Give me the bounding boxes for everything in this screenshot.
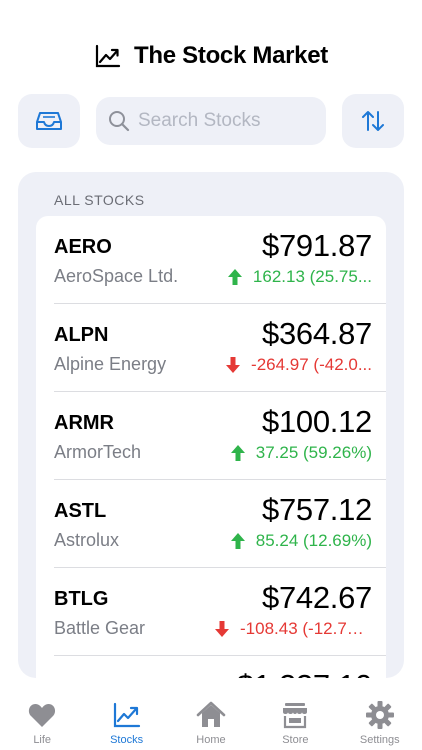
- stock-symbol: BTLG: [54, 588, 109, 610]
- stock-change: 85.24 (12.69%): [230, 531, 372, 551]
- stock-symbol: AERO: [54, 236, 112, 258]
- arrow-up-icon: [230, 533, 245, 549]
- stocks-panel: ALL STOCKS AERO AeroSpace Ltd. $791.87 1…: [18, 172, 404, 678]
- tab-label: Settings: [359, 734, 400, 746]
- stock-name: Battle Gear: [54, 618, 146, 638]
- stock-change: 37.25 (59.26%): [230, 443, 372, 463]
- tab-bar: Life Stocks Home Store Settings: [0, 688, 422, 750]
- stock-price: $742.67: [262, 580, 372, 615]
- stock-name: AeroSpace Ltd.: [54, 266, 179, 286]
- heart-icon: [29, 704, 56, 727]
- stock-symbol: ARMR: [54, 412, 114, 434]
- stock-row[interactable]: AERO AeroSpace Ltd. $791.87 162.13 (25.7…: [54, 216, 386, 304]
- tab-life[interactable]: Life: [0, 688, 84, 750]
- stock-change: 162.13 (25.75...: [227, 267, 372, 287]
- stock-name: Alpine Energy: [54, 354, 167, 374]
- search-input[interactable]: [138, 110, 318, 132]
- tab-label: Stocks: [110, 734, 144, 746]
- sort-arrows-icon: [362, 111, 384, 131]
- stock-list[interactable]: AERO AeroSpace Ltd. $791.87 162.13 (25.7…: [36, 216, 386, 678]
- tab-store[interactable]: Store: [253, 688, 337, 750]
- stock-symbol: ALPN: [54, 324, 109, 346]
- house-icon: [196, 701, 226, 727]
- chart-line-icon: [113, 702, 140, 728]
- arrow-down-icon: [226, 357, 241, 373]
- toolbar: [18, 94, 404, 148]
- stock-change-value: 162.13 (25.75...: [252, 267, 372, 286]
- inbox-tray-icon: [36, 112, 62, 130]
- tab-label: Store: [282, 734, 309, 746]
- section-label: ALL STOCKS: [54, 192, 145, 208]
- stock-row[interactable]: ASTL Astrolux $757.12 85.24 (12.69%): [54, 480, 386, 568]
- stock-change: -264.97 (-42.0...: [225, 355, 372, 375]
- stock-price: $1,227.10: [237, 668, 373, 678]
- stock-price: $364.87: [262, 316, 372, 351]
- search-icon: [109, 111, 130, 132]
- tab-label: Life: [33, 734, 52, 746]
- stock-change-value: -108.43 (-12.74%): [240, 619, 372, 638]
- stock-price: $791.87: [262, 228, 372, 263]
- stock-change: -108.43 (-12.74%): [214, 619, 372, 639]
- stock-price: $757.12: [262, 492, 372, 527]
- stock-row[interactable]: ARMR ArmorTech $100.12 37.25 (59.26%): [54, 392, 386, 480]
- stock-change-value: 37.25 (59.26%): [255, 443, 372, 462]
- tab-settings[interactable]: Settings: [338, 688, 422, 750]
- search-bar[interactable]: [96, 97, 326, 145]
- stock-row[interactable]: $1,227.10: [54, 656, 386, 678]
- tab-home[interactable]: Home: [169, 688, 253, 750]
- arrow-down-icon: [215, 621, 229, 637]
- stock-row[interactable]: BTLG Battle Gear $742.67 -108.43 (-12.74…: [54, 568, 386, 656]
- storefront-icon: [283, 703, 308, 729]
- sort-button[interactable]: [342, 94, 404, 148]
- arrow-up-icon: [230, 445, 245, 461]
- chart-line-icon: [95, 44, 121, 68]
- stock-price: $100.12: [262, 404, 372, 439]
- gear-icon: [365, 701, 394, 729]
- page-title: The Stock Market: [134, 42, 328, 69]
- arrow-up-icon: [227, 269, 242, 285]
- stock-row[interactable]: ALPN Alpine Energy $364.87 -264.97 (-42.…: [54, 304, 386, 392]
- tab-stocks[interactable]: Stocks: [85, 688, 169, 750]
- stock-change-value: 85.24 (12.69%): [255, 531, 372, 550]
- stock-symbol: ASTL: [54, 500, 107, 522]
- stock-name: Astrolux: [54, 530, 120, 550]
- tab-label: Home: [196, 734, 226, 746]
- inbox-button[interactable]: [18, 94, 80, 148]
- stock-change-value: -264.97 (-42.0...: [251, 355, 372, 374]
- stock-name: ArmorTech: [54, 442, 142, 462]
- app-header: The Stock Market: [0, 38, 422, 74]
